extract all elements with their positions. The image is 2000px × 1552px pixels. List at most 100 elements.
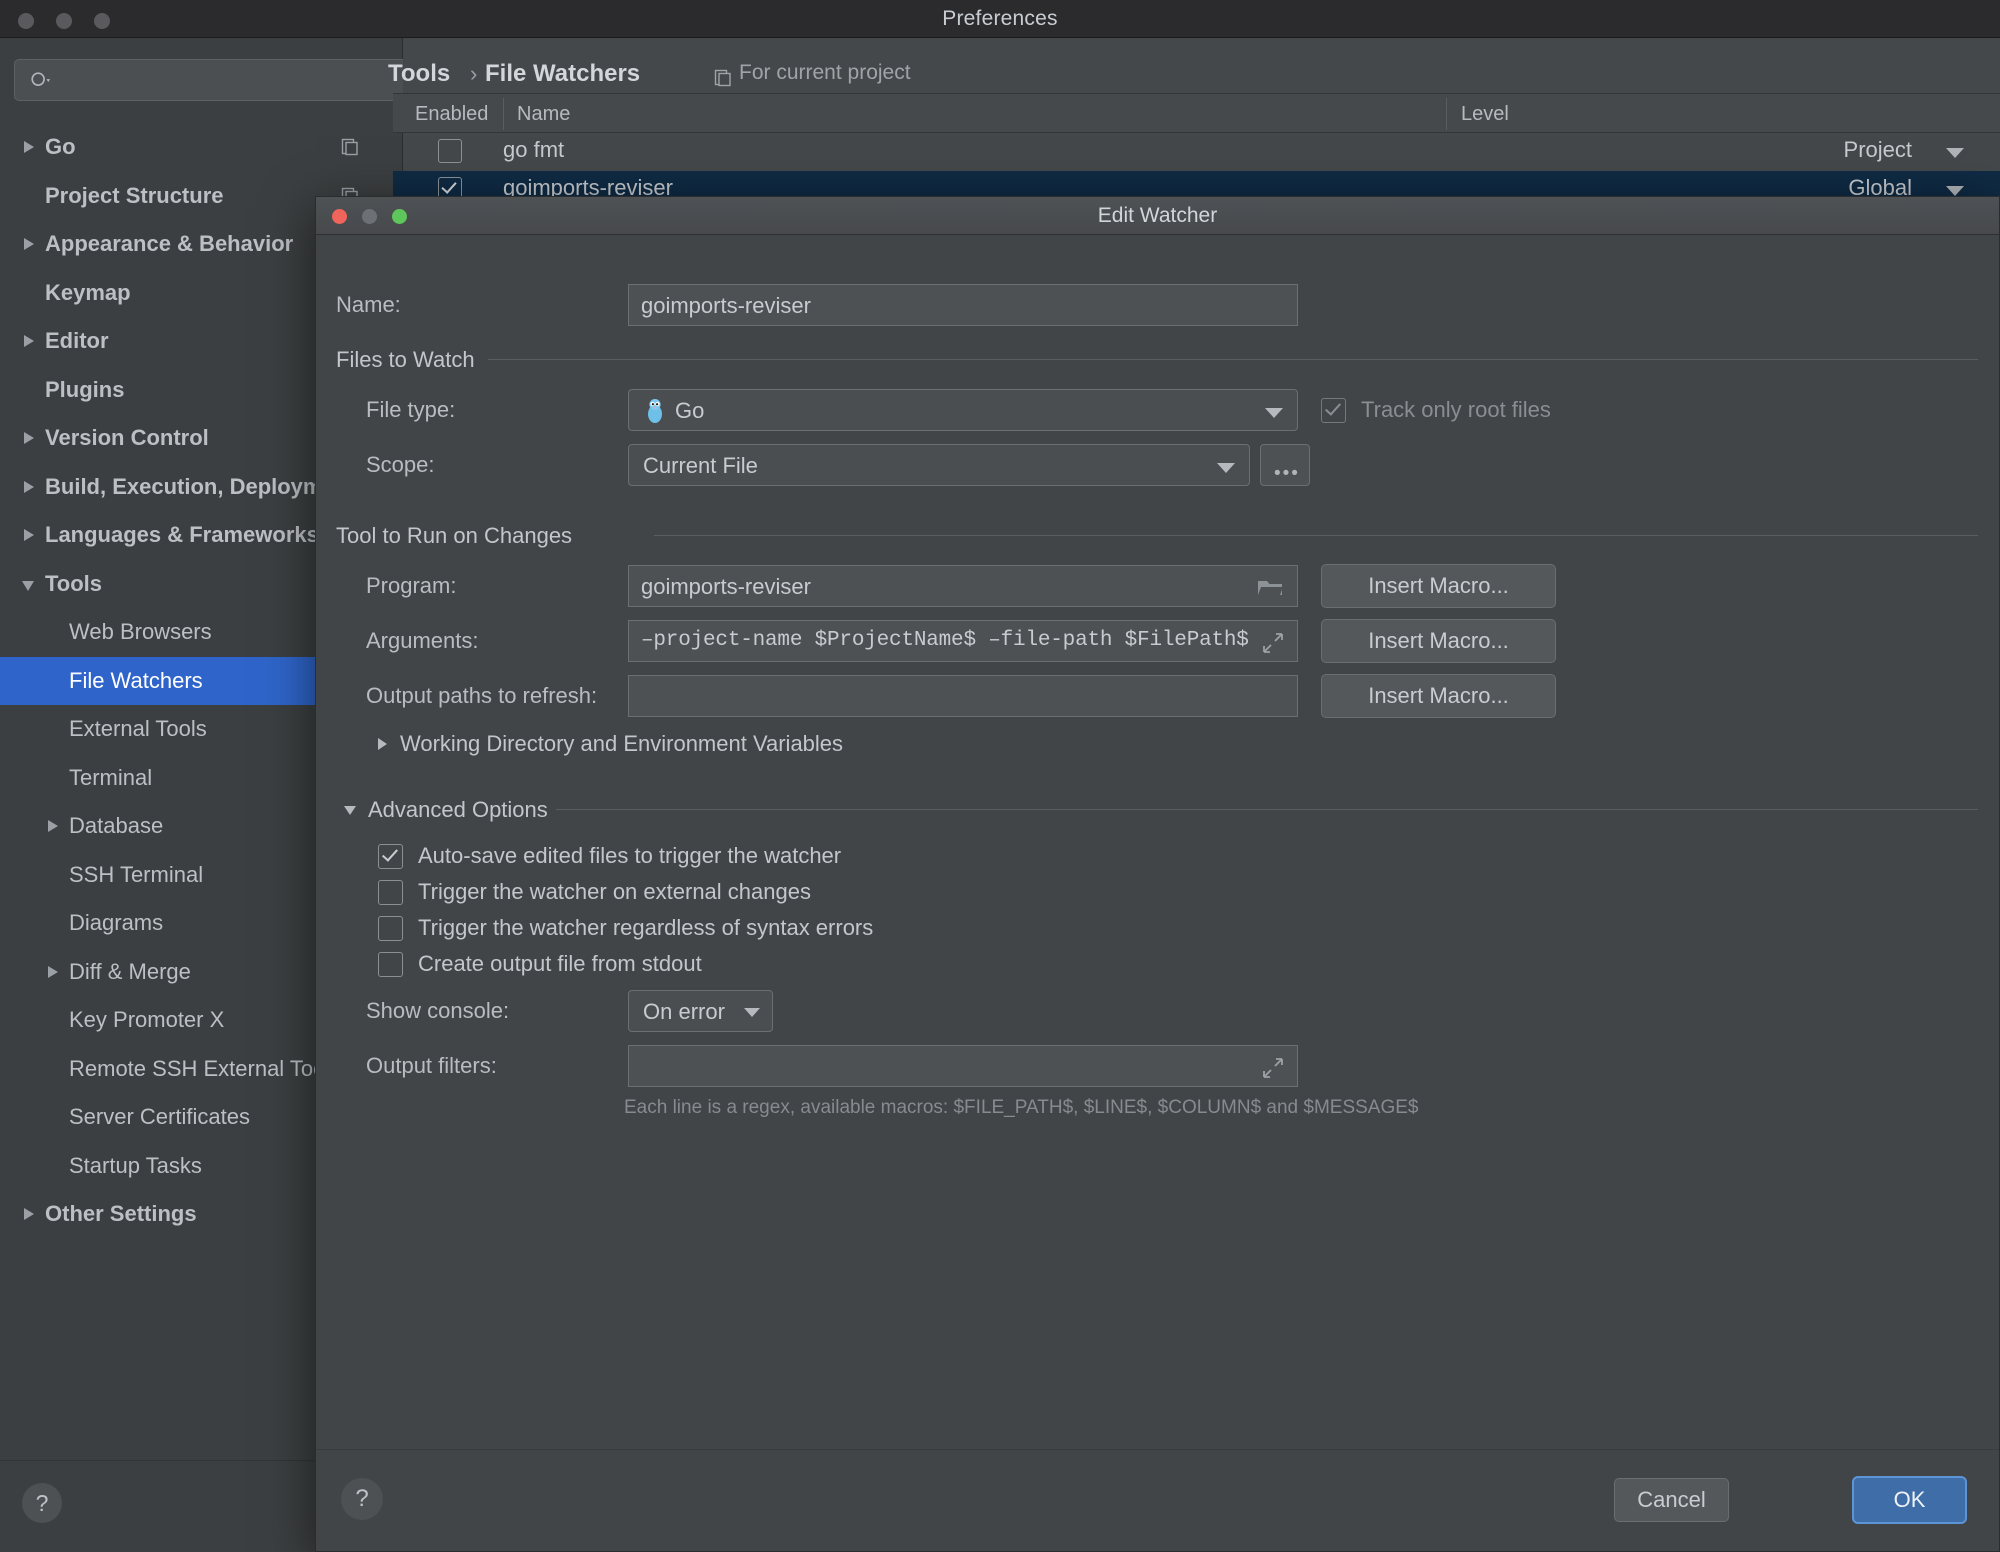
sidebar-item-label: Keymap bbox=[45, 269, 131, 318]
arguments-input[interactable]: –project-name $ProjectName$ –file-path $… bbox=[628, 620, 1298, 662]
working-directory-label: Working Directory and Environment Variab… bbox=[400, 731, 843, 757]
sidebar-item-label: Build, Execution, Deployment bbox=[45, 463, 355, 512]
watchers-table-header: Enabled Name Level bbox=[393, 93, 2000, 133]
chevron-right-icon[interactable] bbox=[24, 141, 34, 153]
scope-browse-button[interactable]: ••• bbox=[1260, 444, 1310, 486]
output-filters-hint: Each line is a regex, available macros: … bbox=[624, 1097, 1419, 1119]
chevron-down-icon[interactable] bbox=[1946, 186, 1964, 196]
arguments-input-value: –project-name $ProjectName$ –file-path $… bbox=[641, 629, 1249, 652]
name-input[interactable]: goimports-reviser bbox=[628, 284, 1298, 326]
chevron-right-icon[interactable] bbox=[24, 335, 34, 347]
chevron-right-icon[interactable] bbox=[24, 1208, 34, 1220]
sidebar-item-label: Key Promoter X bbox=[69, 996, 224, 1045]
program-input[interactable]: goimports-reviser bbox=[628, 565, 1298, 607]
output-filters-input[interactable] bbox=[628, 1045, 1298, 1087]
show-console-select[interactable]: On error bbox=[628, 990, 773, 1032]
column-header-enabled[interactable]: Enabled bbox=[415, 103, 488, 126]
go-gopher-icon bbox=[643, 398, 667, 424]
expand-icon[interactable] bbox=[1261, 631, 1285, 655]
dialog-titlebar: Edit Watcher bbox=[316, 197, 1999, 235]
scope-select[interactable]: Current File bbox=[628, 444, 1250, 486]
preferences-titlebar: Preferences bbox=[0, 0, 2000, 38]
table-row[interactable]: go fmt Project bbox=[393, 133, 2000, 171]
sidebar-item-label: Version Control bbox=[45, 414, 209, 463]
chevron-down-icon bbox=[344, 806, 356, 821]
file-type-select[interactable]: Go bbox=[628, 389, 1298, 431]
column-header-name[interactable]: Name bbox=[517, 103, 570, 126]
output-paths-input[interactable] bbox=[628, 675, 1298, 717]
insert-macro-program-button[interactable]: Insert Macro... bbox=[1321, 564, 1556, 608]
dialog-body: Name: goimports-reviser Files to Watch F… bbox=[316, 235, 1999, 1487]
expand-icon[interactable] bbox=[1261, 1056, 1285, 1080]
sidebar-item-label: Database bbox=[69, 802, 163, 851]
scope-label: Scope: bbox=[366, 452, 435, 478]
sidebar-item-label: External Tools bbox=[69, 705, 207, 754]
sidebar-item-label: Plugins bbox=[45, 366, 124, 415]
chevron-down-icon bbox=[1217, 463, 1235, 473]
checkbox-box bbox=[378, 952, 403, 977]
column-header-level[interactable]: Level bbox=[1461, 103, 1509, 126]
advanced-option-label: Trigger the watcher on external changes bbox=[418, 879, 811, 905]
edit-watcher-dialog: Edit Watcher Name: goimports-reviser Fil… bbox=[315, 196, 2000, 1552]
help-button[interactable]: ? bbox=[22, 1483, 62, 1523]
dialog-title: Edit Watcher bbox=[316, 204, 1999, 228]
folder-icon[interactable] bbox=[1257, 577, 1283, 597]
sidebar-item-label: File Watchers bbox=[69, 657, 203, 706]
insert-macro-output-paths-button[interactable]: Insert Macro... bbox=[1321, 674, 1556, 718]
sidebar-item-label: SSH Terminal bbox=[69, 851, 203, 900]
sidebar-item-label: Editor bbox=[45, 317, 109, 366]
screen: Preferences GoProject StructureAppearanc… bbox=[0, 0, 2000, 1552]
sidebar-item-label: Go bbox=[45, 123, 76, 172]
program-input-value: goimports-reviser bbox=[641, 574, 811, 600]
dialog-help-button[interactable]: ? bbox=[341, 1478, 383, 1520]
chevron-down-icon[interactable] bbox=[1946, 148, 1964, 158]
dialog-footer: ? Cancel OK bbox=[316, 1449, 1999, 1551]
show-console-label: Show console: bbox=[366, 998, 509, 1024]
copy-settings-icon[interactable] bbox=[340, 137, 360, 157]
ok-button[interactable]: OK bbox=[1852, 1476, 1967, 1524]
watcher-enabled-checkbox[interactable] bbox=[438, 139, 462, 163]
sidebar-item-label: Appearance & Behavior bbox=[45, 220, 293, 269]
chevron-right-icon[interactable] bbox=[24, 529, 34, 541]
watcher-level: Project bbox=[1844, 137, 1912, 163]
show-console-value: On error bbox=[643, 999, 725, 1025]
sidebar-item-label: Project Structure bbox=[45, 172, 224, 221]
sidebar-item-label: Other Settings bbox=[45, 1190, 197, 1239]
checkbox-box bbox=[378, 880, 403, 905]
for-current-project-label: For current project bbox=[739, 61, 911, 85]
search-icon bbox=[29, 70, 51, 92]
chevron-right-icon[interactable] bbox=[24, 481, 34, 493]
chevron-right-icon[interactable] bbox=[48, 966, 58, 978]
sidebar-item-label: Remote SSH External Tools bbox=[69, 1045, 341, 1094]
checkbox-box bbox=[378, 844, 403, 869]
checkbox-box bbox=[1321, 398, 1346, 423]
file-type-value: Go bbox=[675, 398, 704, 424]
sidebar-item-label: Server Certificates bbox=[69, 1093, 250, 1142]
chevron-down-icon[interactable] bbox=[22, 581, 34, 597]
program-label: Program: bbox=[366, 573, 456, 599]
name-label: Name: bbox=[336, 292, 401, 318]
ellipsis-icon: ••• bbox=[1274, 471, 1300, 477]
arguments-label: Arguments: bbox=[366, 628, 479, 654]
chevron-right-icon[interactable] bbox=[24, 238, 34, 250]
sidebar-item-label: Diff & Merge bbox=[69, 948, 191, 997]
insert-macro-arguments-button[interactable]: Insert Macro... bbox=[1321, 619, 1556, 663]
chevron-down-icon bbox=[744, 1008, 760, 1017]
chevron-right-icon[interactable] bbox=[48, 820, 58, 832]
scope-value: Current File bbox=[643, 453, 758, 479]
breadcrumb-item-tools[interactable]: Tools bbox=[388, 60, 450, 88]
sidebar-item-label: Diagrams bbox=[69, 899, 163, 948]
breadcrumb-separator: › bbox=[470, 61, 477, 87]
breadcrumb-item-file-watchers: File Watchers bbox=[485, 60, 640, 88]
sidebar-item-label: Startup Tasks bbox=[69, 1142, 202, 1191]
name-input-value: goimports-reviser bbox=[641, 293, 811, 319]
scope-copy-icon bbox=[713, 68, 733, 88]
sidebar-item-label: Web Browsers bbox=[69, 608, 212, 657]
cancel-button[interactable]: Cancel bbox=[1614, 1478, 1729, 1522]
track-only-root-files-label: Track only root files bbox=[1361, 397, 1551, 423]
advanced-options-label: Advanced Options bbox=[368, 797, 548, 823]
chevron-down-icon bbox=[1265, 408, 1283, 418]
chevron-right-icon[interactable] bbox=[24, 432, 34, 444]
sidebar-item-go[interactable]: Go bbox=[0, 123, 403, 172]
watcher-name: go fmt bbox=[503, 137, 564, 163]
